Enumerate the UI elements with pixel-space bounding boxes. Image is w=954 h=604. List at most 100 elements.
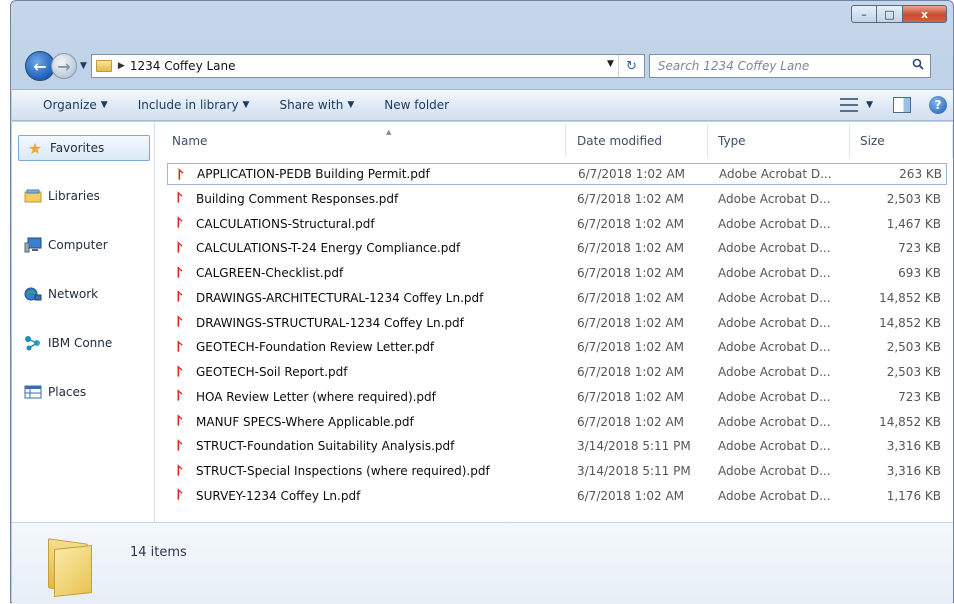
forward-button[interactable]: → xyxy=(51,53,77,79)
file-type: Adobe Acrobat D... xyxy=(718,290,831,305)
file-type: Adobe Acrobat D... xyxy=(718,191,831,206)
recent-pages-dropdown[interactable]: ▼ xyxy=(80,61,87,71)
organize-menu[interactable]: Organize ▼ xyxy=(43,98,108,112)
column-header-name[interactable]: Name ▲ xyxy=(172,128,564,154)
file-row[interactable]: ⨡ Building Comment Responses.pdf 6/7/2018 … xyxy=(167,188,947,210)
column-divider[interactable] xyxy=(849,124,850,158)
folder-icon xyxy=(48,538,94,597)
view-options-dropdown[interactable]: ▼ xyxy=(866,100,873,110)
file-size: 2,503 KB xyxy=(886,340,941,355)
navigation-pane: ★ Favorites Libraries Computer Network I… xyxy=(12,122,155,522)
nav-item-favorites[interactable]: ★ Favorites xyxy=(18,135,150,161)
file-size: 693 KB xyxy=(898,266,941,280)
ibm-connections-icon xyxy=(25,336,40,351)
details-pane: 14 items xyxy=(12,522,953,604)
organize-label: Organize xyxy=(43,98,97,112)
file-type: Adobe Acrobat D... xyxy=(718,439,831,454)
nav-item-places[interactable]: Places xyxy=(24,384,86,400)
include-in-library-menu[interactable]: Include in library ▼ xyxy=(138,98,250,112)
file-size: 2,503 KB xyxy=(886,191,941,206)
file-row[interactable]: ⨡ GEOTECH-Foundation Review Letter.pdf 6/7… xyxy=(167,336,947,358)
file-type: Adobe Acrobat D... xyxy=(718,266,831,280)
file-date-modified: 6/7/2018 1:02 AM xyxy=(578,167,686,181)
nav-item-ibm-connections[interactable]: IBM Conne xyxy=(24,335,112,351)
file-name: SURVEY-1234 Coffey Ln.pdf xyxy=(196,488,361,503)
nav-item-label: Computer xyxy=(48,238,108,252)
file-size: 2,503 KB xyxy=(886,365,941,379)
file-type: Adobe Acrobat D... xyxy=(718,488,831,503)
column-header-type[interactable]: Type xyxy=(718,128,746,154)
nav-item-computer[interactable]: Computer xyxy=(24,237,108,253)
file-row[interactable]: ⨡ CALCULATIONS-Structural.pdf 6/7/2018 1:0… xyxy=(167,213,947,235)
nav-item-network[interactable]: Network xyxy=(24,286,98,302)
file-date-modified: 6/7/2018 1:02 AM xyxy=(577,488,685,503)
help-icon[interactable]: ? xyxy=(929,96,947,114)
file-name: STRUCT-Special Inspections (where requir… xyxy=(196,464,490,478)
file-row[interactable]: ⨡ DRAWINGS-ARCHITECTURAL-1234 Coffey Ln.p… xyxy=(167,287,947,309)
file-name: CALCULATIONS-Structural.pdf xyxy=(196,216,375,231)
pdf-file-icon: ⨡ xyxy=(177,166,184,183)
file-type: Adobe Acrobat D... xyxy=(718,216,831,231)
pdf-file-icon: ⨡ xyxy=(176,338,183,355)
view-options-icon[interactable] xyxy=(840,98,859,112)
file-date-modified: 3/14/2018 5:11 PM xyxy=(577,464,691,478)
nav-item-label: IBM Conne xyxy=(48,336,113,350)
toolbar-right-controls: ▼ ? xyxy=(840,90,953,120)
places-icon xyxy=(24,385,42,399)
pdf-file-icon: ⨡ xyxy=(176,239,183,256)
search-placeholder: Search 1234 Coffey Lane xyxy=(657,59,810,73)
network-icon xyxy=(24,287,42,301)
star-icon: ★ xyxy=(27,138,43,158)
file-row[interactable]: ⨡ DRAWINGS-STRUCTURAL-1234 Coffey Ln.pdf 6… xyxy=(167,312,947,334)
column-divider[interactable] xyxy=(707,124,708,158)
file-row[interactable]: ⨡ SURVEY-1234 Coffey Ln.pdf 6/7/2018 1:02 … xyxy=(167,485,947,507)
new-folder-button[interactable]: New folder xyxy=(384,98,449,112)
file-date-modified: 6/7/2018 1:02 AM xyxy=(577,266,685,280)
file-size: 14,852 KB xyxy=(879,414,941,429)
file-size: 723 KB xyxy=(898,389,941,404)
file-size: 1,176 KB xyxy=(886,488,941,503)
minimize-button[interactable]: – xyxy=(851,5,877,23)
breadcrumb-arrow-icon[interactable]: ▶ xyxy=(118,61,125,71)
column-header-date[interactable]: Date modified xyxy=(577,128,662,154)
pdf-file-icon: ⨡ xyxy=(176,413,183,429)
file-date-modified: 3/14/2018 5:11 PM xyxy=(577,439,691,454)
address-history-dropdown[interactable]: ▼ xyxy=(607,59,614,69)
file-type: Adobe Acrobat D... xyxy=(718,414,831,429)
pdf-file-icon: ⨡ xyxy=(176,289,183,306)
file-type: Adobe Acrobat D... xyxy=(718,241,831,256)
file-name: STRUCT-Foundation Suitability Analysis.p… xyxy=(196,439,455,454)
column-header-label: Size xyxy=(860,134,885,148)
refresh-button[interactable]: ↻ xyxy=(617,55,644,77)
share-with-menu[interactable]: Share with ▼ xyxy=(279,98,354,112)
file-date-modified: 6/7/2018 1:02 AM xyxy=(577,216,685,231)
address-bar[interactable]: ▶ 1234 Coffey Lane ▼ ↻ xyxy=(90,54,645,78)
nav-item-label: Libraries xyxy=(48,189,100,203)
file-type: Adobe Acrobat D... xyxy=(718,464,831,478)
file-row[interactable]: ⨡ CALCULATIONS-T-24 Energy Compliance.pdf… xyxy=(167,237,947,259)
file-row[interactable]: ⨡ STRUCT-Foundation Suitability Analysis.… xyxy=(167,435,947,457)
column-header-size[interactable]: Size xyxy=(860,128,885,154)
column-divider[interactable] xyxy=(565,124,566,158)
file-row[interactable]: ⨡ HOA Review Letter (where required).pdf 6… xyxy=(167,386,947,408)
search-icon[interactable] xyxy=(912,58,924,70)
breadcrumb[interactable]: 1234 Coffey Lane xyxy=(130,59,236,73)
nav-item-label: Network xyxy=(48,287,99,301)
nav-item-libraries[interactable]: Libraries xyxy=(24,188,100,204)
preview-pane-icon[interactable] xyxy=(893,97,911,113)
search-input[interactable]: Search 1234 Coffey Lane xyxy=(648,54,931,78)
maximize-button[interactable]: □ xyxy=(877,5,903,23)
file-name: APPLICATION-PEDB Building Permit.pdf xyxy=(197,167,430,181)
file-row[interactable]: ⨡ APPLICATION-PEDB Building Permit.pdf 6/7… xyxy=(167,163,947,185)
file-name: Building Comment Responses.pdf xyxy=(196,191,399,206)
file-row[interactable]: ⨡ GEOTECH-Soil Report.pdf 6/7/2018 1:02 AM… xyxy=(167,361,947,383)
file-row[interactable]: ⨡ STRUCT-Special Inspections (where requi… xyxy=(167,460,947,482)
file-row[interactable]: ⨡ CALGREEN-Checklist.pdf 6/7/2018 1:02 AM A… xyxy=(167,262,947,284)
column-divider[interactable] xyxy=(952,124,953,158)
close-button[interactable]: x xyxy=(903,5,947,23)
file-name: GEOTECH-Foundation Review Letter.pdf xyxy=(196,340,435,355)
file-name: DRAWINGS-ARCHITECTURAL-1234 Coffey Ln.pd… xyxy=(196,290,484,305)
file-row[interactable]: ⨡ MANUF SPECS-Where Applicable.pdf 6/7/201… xyxy=(167,411,947,433)
pdf-file-icon: ⨡ xyxy=(176,388,183,405)
column-header-label: Name xyxy=(172,134,208,148)
